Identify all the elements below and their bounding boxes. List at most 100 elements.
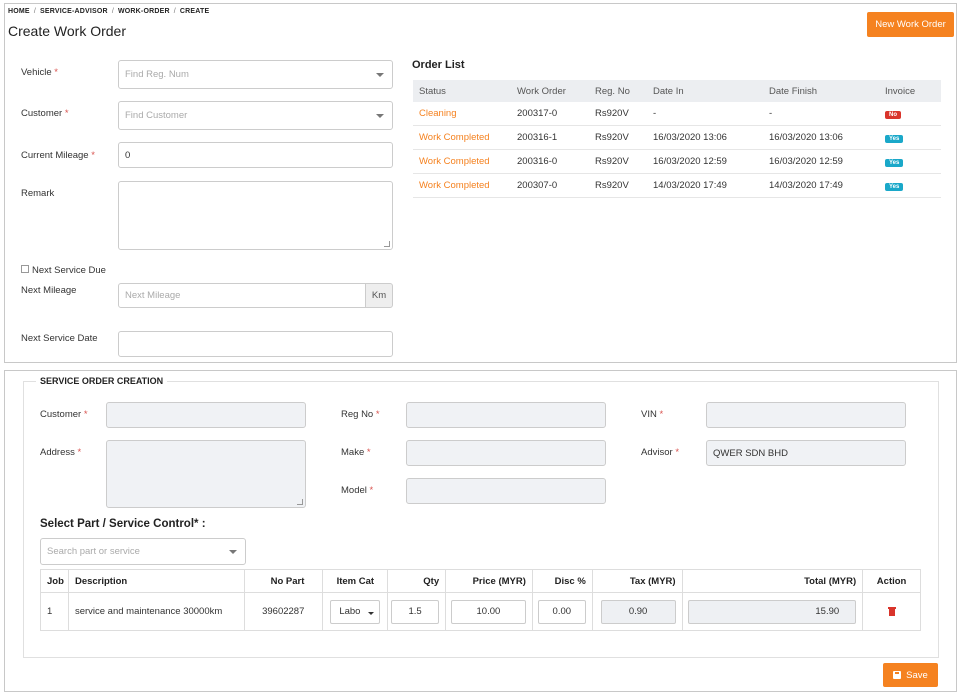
chevron-down-icon xyxy=(376,113,384,118)
column-header: Date Finish xyxy=(769,85,818,97)
next-service-due-checkbox[interactable] xyxy=(21,265,29,273)
column-header: Date In xyxy=(653,85,684,97)
next-mileage-input[interactable]: Next Mileage xyxy=(118,283,366,308)
column-header: Action xyxy=(876,575,907,587)
select-part-title: Select Part / Service Control* : xyxy=(40,518,206,530)
disc-cell: 0.00 xyxy=(533,593,593,630)
invoice-cell: No xyxy=(885,108,941,119)
invoice-badge: Yes xyxy=(885,159,904,167)
resize-handle-icon[interactable] xyxy=(384,241,390,247)
order-list-table: Status Work Order Reg. No Date In Date F… xyxy=(413,80,941,198)
item-cat-cell: Labo xyxy=(323,593,389,630)
part-number-cell: 39602287 xyxy=(245,593,324,630)
total-input: 15.90 xyxy=(688,599,857,624)
order-list-header: Status Work Order Reg. No Date In Date F… xyxy=(413,80,941,102)
so-address-label: Address * xyxy=(40,447,82,458)
column-header: Total (MYR) xyxy=(683,570,864,592)
breadcrumb-create: CREATE xyxy=(179,8,210,15)
part-search-select[interactable]: Search part or service xyxy=(40,538,246,565)
date-finish-cell: 16/03/2020 13:06 xyxy=(769,132,843,143)
column-header: Job xyxy=(41,570,69,592)
column-header: No Part xyxy=(245,570,324,592)
breadcrumb-service-advisor[interactable]: SERVICE-ADVISOR xyxy=(40,8,108,15)
status-link[interactable]: Work Completed xyxy=(413,156,517,167)
invoice-cell: Yes xyxy=(885,132,941,143)
qty-input[interactable]: 1.5 xyxy=(391,599,440,624)
so-vin-input[interactable] xyxy=(706,402,906,428)
breadcrumb: HOME / SERVICE-ADVISOR / WORK-ORDER / CREATE xyxy=(8,8,210,15)
so-make-input[interactable] xyxy=(406,440,606,466)
column-header: Status xyxy=(419,85,446,97)
reg-no-cell: Rs920V xyxy=(595,108,629,119)
service-order-legend: SERVICE ORDER CREATION xyxy=(36,376,168,386)
work-order-cell: 200316-1 xyxy=(517,132,558,143)
current-mileage-input[interactable]: 0 xyxy=(118,142,393,168)
date-finish-cell: 14/03/2020 17:49 xyxy=(769,180,843,191)
page-title: Create Work Order xyxy=(8,23,126,39)
remark-label: Remark xyxy=(21,188,55,199)
column-header: Price (MYR) xyxy=(446,570,533,592)
work-order-cell: 200307-0 xyxy=(517,180,558,191)
date-in-cell: 14/03/2020 17:49 xyxy=(653,180,727,191)
customer-select[interactable]: Find Customer xyxy=(118,101,393,130)
new-work-order-button[interactable]: New Work Order xyxy=(867,12,954,37)
so-model-input[interactable] xyxy=(406,478,606,504)
column-header: Qty xyxy=(388,570,447,592)
column-header: Tax (MYR) xyxy=(593,570,683,592)
km-unit-addon: Km xyxy=(365,283,393,308)
item-cat-select[interactable]: Labo xyxy=(330,599,381,624)
so-reg-no-input[interactable] xyxy=(406,402,606,428)
action-cell xyxy=(863,593,920,630)
invoice-badge: No xyxy=(885,111,901,119)
date-finish-cell: - xyxy=(769,108,773,119)
chevron-down-icon xyxy=(368,611,375,615)
column-header: Description xyxy=(69,570,245,592)
status-link[interactable]: Cleaning xyxy=(413,108,517,119)
resize-handle-icon[interactable] xyxy=(297,499,303,505)
so-vin-label: VIN * xyxy=(641,409,664,420)
tax-input: 0.90 xyxy=(600,599,676,624)
status-link[interactable]: Work Completed xyxy=(413,180,517,191)
reg-no-cell: Rs920V xyxy=(595,156,629,167)
vehicle-select[interactable]: Find Reg. Num xyxy=(118,60,393,89)
tax-cell: 0.90 xyxy=(593,593,683,630)
disc-input[interactable]: 0.00 xyxy=(537,599,586,624)
price-cell: 10.00 xyxy=(446,593,533,630)
breadcrumb-work-order[interactable]: WORK-ORDER xyxy=(118,8,170,15)
next-service-date-input[interactable] xyxy=(118,331,393,357)
parts-table-header: Job Description No Part Item Cat Qty Pri… xyxy=(41,570,920,593)
table-row[interactable]: Work Completed 200316-1 Rs920V 16/03/202… xyxy=(413,126,941,150)
order-list-title: Order List xyxy=(412,59,465,71)
reg-no-cell: Rs920V xyxy=(595,132,629,143)
total-cell: 15.90 xyxy=(683,593,864,630)
column-header: Reg. No xyxy=(595,85,630,97)
date-in-cell: 16/03/2020 12:59 xyxy=(653,156,727,167)
trash-icon[interactable] xyxy=(887,607,896,616)
so-advisor-input[interactable]: QWER SDN BHD xyxy=(706,440,906,466)
service-order-panel: SERVICE ORDER CREATION Customer * Addres… xyxy=(4,370,957,692)
invoice-badge: Yes xyxy=(885,183,904,191)
parts-table: Job Description No Part Item Cat Qty Pri… xyxy=(40,569,921,631)
price-input[interactable]: 10.00 xyxy=(450,599,526,624)
status-link[interactable]: Work Completed xyxy=(413,132,517,143)
column-header: Disc % xyxy=(533,570,593,592)
work-order-cell: 200316-0 xyxy=(517,156,558,167)
table-row: 1 service and maintenance 30000km 396022… xyxy=(41,593,920,630)
so-address-textarea[interactable] xyxy=(106,440,306,508)
column-header: Work Order xyxy=(517,85,566,97)
save-button[interactable]: Save xyxy=(883,663,938,687)
so-customer-label: Customer * xyxy=(40,409,88,420)
so-reg-no-label: Reg No * xyxy=(341,409,380,420)
table-row[interactable]: Cleaning 200317-0 Rs920V - - No xyxy=(413,102,941,126)
remark-textarea[interactable] xyxy=(118,181,393,250)
so-customer-input[interactable] xyxy=(106,402,306,428)
table-row[interactable]: Work Completed 200316-0 Rs920V 16/03/202… xyxy=(413,150,941,174)
next-mileage-label: Next Mileage xyxy=(21,285,77,296)
date-in-cell: - xyxy=(653,108,657,119)
customer-label: Customer * xyxy=(21,108,69,119)
breadcrumb-home[interactable]: HOME xyxy=(8,8,30,15)
so-model-label: Model * xyxy=(341,485,374,496)
chevron-down-icon xyxy=(229,549,237,554)
table-row[interactable]: Work Completed 200307-0 Rs920V 14/03/202… xyxy=(413,174,941,198)
qty-cell: 1.5 xyxy=(388,593,447,630)
